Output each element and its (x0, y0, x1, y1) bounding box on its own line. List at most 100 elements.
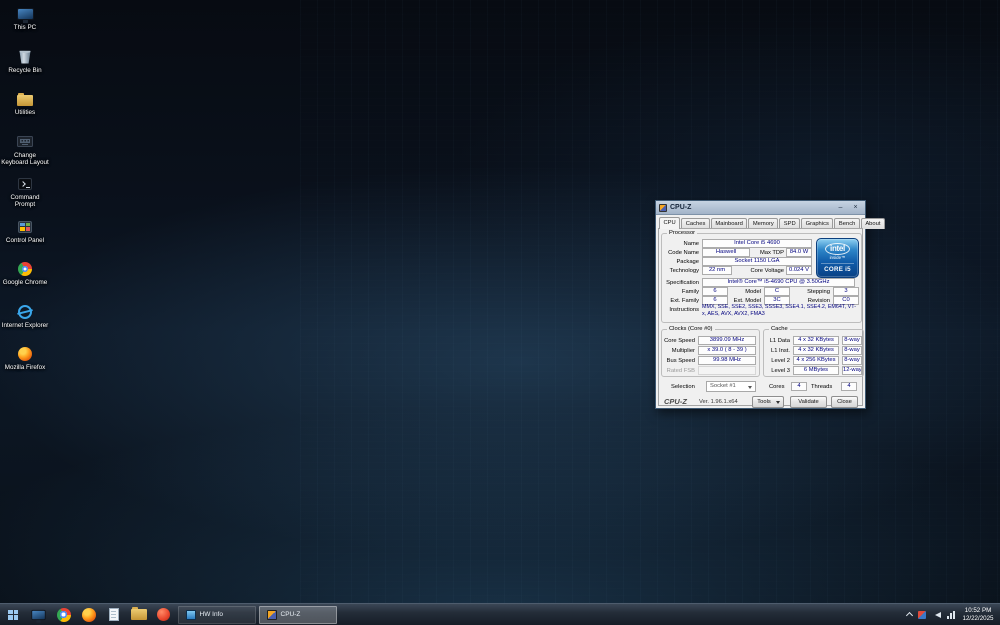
socket-selection-dropdown[interactable]: Socket #1 (706, 381, 756, 392)
model-label: Model (745, 289, 761, 295)
l1-data-size-field: 4 x 32 KBytes (793, 336, 839, 345)
network-icon[interactable] (947, 610, 955, 619)
max-tdp-label: Max TDP (759, 250, 784, 256)
tray-app-icon[interactable] (918, 610, 926, 619)
instructions-text: MMX, SSE, SSE2, SSE3, SSSE3, SSE4.1, SSE… (702, 304, 856, 317)
intel-core-i5-badge: intel inside™ CORE i5 (816, 238, 859, 278)
close-button[interactable]: Close (831, 395, 858, 408)
volume-icon[interactable] (932, 611, 941, 618)
window-title: CPU-Z (670, 204, 692, 211)
keyboard-icon (16, 134, 34, 150)
validate-button[interactable]: Validate (790, 395, 827, 408)
window-footer: CPU-Z Ver. 1.96.1.x64 Tools Validate Clo… (659, 395, 862, 409)
level2-size-field: 4 x 256 KBytes (793, 356, 839, 365)
technology-label: Technology (669, 268, 699, 274)
intel-logo: intel (825, 243, 850, 255)
ext-family-label: Ext. Family (670, 298, 699, 304)
folder-icon (130, 607, 147, 620)
desktop-icon-utilities[interactable]: Utilities (0, 91, 50, 134)
desktop-icon-internet-explorer[interactable]: Internet Explorer (0, 304, 50, 347)
clocks-group-label: Clocks (Core #0) (667, 326, 715, 333)
windows-logo-icon (8, 609, 18, 620)
start-button[interactable] (0, 604, 26, 625)
desktop-icon-google-chrome[interactable]: Google Chrome (0, 261, 50, 304)
name-label: Name (683, 241, 699, 247)
family-field: 6 (702, 287, 728, 296)
core-voltage-field: 0.024 V (786, 266, 812, 275)
model-field: C (764, 287, 790, 296)
desktop-icon-label: Change Keyboard Layout (1, 151, 49, 166)
stepping-label: Stepping (807, 289, 830, 295)
desktop-icon-label: Utilities (14, 109, 36, 116)
desktop-icon-command-prompt[interactable]: Command Prompt (0, 176, 50, 219)
level2-way-field: 8-way (842, 356, 862, 365)
level3-size-field: 6 MBytes (793, 366, 839, 375)
taskbar-button-label: HW Info (199, 611, 223, 618)
hwinfo-icon (185, 609, 196, 620)
desktop-icon-label: This PC (13, 24, 37, 31)
bus-speed-label: Bus Speed (666, 358, 695, 364)
close-window-button[interactable]: × (849, 202, 862, 213)
desktop-icon-recycle-bin[interactable]: Recycle Bin (0, 49, 50, 92)
cpuz-titlebar[interactable]: CPU-Z – × (656, 201, 865, 215)
tray-clock[interactable]: 10:52 PM 12/22/2025 (961, 607, 995, 622)
l1-inst-size-field: 4 x 32 KBytes (793, 346, 839, 355)
taskbar-icon-notepad[interactable] (101, 604, 126, 625)
cache-group-label: Cache (769, 326, 790, 333)
taskbar-button-cpuz[interactable]: CPU-Z (258, 605, 337, 624)
stepping-field: 3 (833, 287, 859, 296)
cpuz-app-icon (659, 203, 667, 212)
minimize-button[interactable]: – (834, 202, 847, 213)
this-pc-icon (16, 6, 34, 23)
taskbar-icon-computer[interactable] (26, 604, 51, 625)
cpuz-brand-text: CPU-Z (664, 397, 687, 406)
processor-groupbox: Processor Name Intel Core i5 4690 Code N… (661, 230, 862, 323)
desktop-icon-this-pc[interactable]: This PC (0, 6, 50, 49)
threads-label: Threads (811, 384, 833, 390)
cpu-tab-page: Processor Name Intel Core i5 4690 Code N… (658, 228, 864, 409)
media-player-icon (157, 608, 170, 621)
desktop-icon-label: Recycle Bin (8, 66, 42, 74)
taskbar: HW Info CPU-Z 10:52 PM 12/22/2025 (0, 603, 1000, 625)
computer-icon (31, 609, 46, 622)
notepad-icon (108, 608, 119, 621)
multiplier-field: x 39.0 ( 8 - 39 ) (698, 346, 756, 355)
core-speed-field: 3899.09 MHz (698, 336, 756, 345)
taskbar-icon-folder[interactable] (126, 604, 151, 625)
core-speed-label: Core Speed (664, 338, 695, 344)
tray-expand-chevron-icon[interactable] (905, 611, 914, 620)
tab-cpu[interactable]: CPU (659, 217, 681, 229)
multiplier-label: Multiplier (671, 348, 695, 354)
desktop-icon-mozilla-firefox[interactable]: Mozilla Firefox (0, 346, 50, 389)
chrome-icon (16, 261, 34, 277)
tools-button[interactable]: Tools (752, 395, 784, 408)
desktop-icon-label: Command Prompt (10, 194, 40, 208)
tab-about[interactable]: About (860, 218, 885, 229)
l1-data-way-field: 8-way (842, 336, 862, 345)
desktop-icon-label: Control Panel (5, 236, 45, 244)
tray-time: 10:52 PM (964, 607, 992, 614)
desktop-icon-control-panel[interactable]: Control Panel (0, 219, 50, 262)
technology-field: 22 nm (702, 266, 732, 275)
l1-data-label: L1 Data (769, 338, 790, 344)
level3-way-field: 12-way (842, 366, 862, 375)
max-tdp-field: 84.0 W (786, 248, 812, 257)
taskbar-button-label: CPU-Z (280, 611, 301, 618)
firefox-icon (16, 346, 34, 362)
tray-date: 12/22/2025 (962, 614, 994, 622)
taskbar-icon-firefox[interactable] (76, 604, 101, 625)
rated-fsb-label: Rated FSB (666, 368, 695, 374)
firefox-icon (81, 607, 96, 622)
intel-inside-text: inside™ (829, 255, 846, 260)
family-label: Family (681, 289, 699, 295)
code-name-field: Haswell (702, 248, 750, 257)
taskbar-button-hwinfo[interactable]: HW Info (177, 605, 256, 624)
desktop-icon-change-keyboard-layout[interactable]: Change Keyboard Layout (0, 134, 50, 177)
instructions-label: Instructions (669, 307, 699, 313)
package-label: Package (676, 259, 699, 265)
core-voltage-label: Core Voltage (750, 268, 784, 274)
taskbar-icon-media[interactable] (151, 604, 176, 625)
taskbar-icon-chrome[interactable] (51, 604, 76, 625)
version-text: Ver. 1.96.1.x64 (699, 398, 738, 405)
recycle-bin-icon (16, 49, 34, 65)
